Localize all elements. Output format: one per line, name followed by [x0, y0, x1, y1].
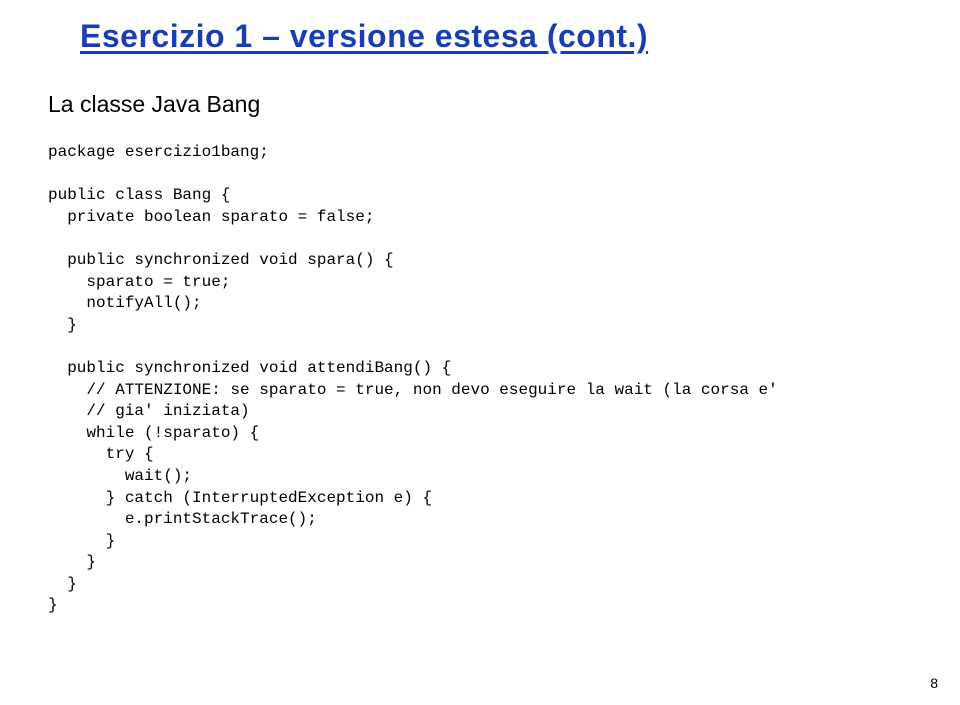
code-sample: package esercizio1bang; public class Ban…: [0, 118, 960, 617]
slide-title: Esercizio 1 – versione estesa (cont.): [0, 0, 960, 55]
page-number: 8: [930, 675, 938, 691]
slide-subtitle: La classe Java Bang: [0, 55, 960, 118]
